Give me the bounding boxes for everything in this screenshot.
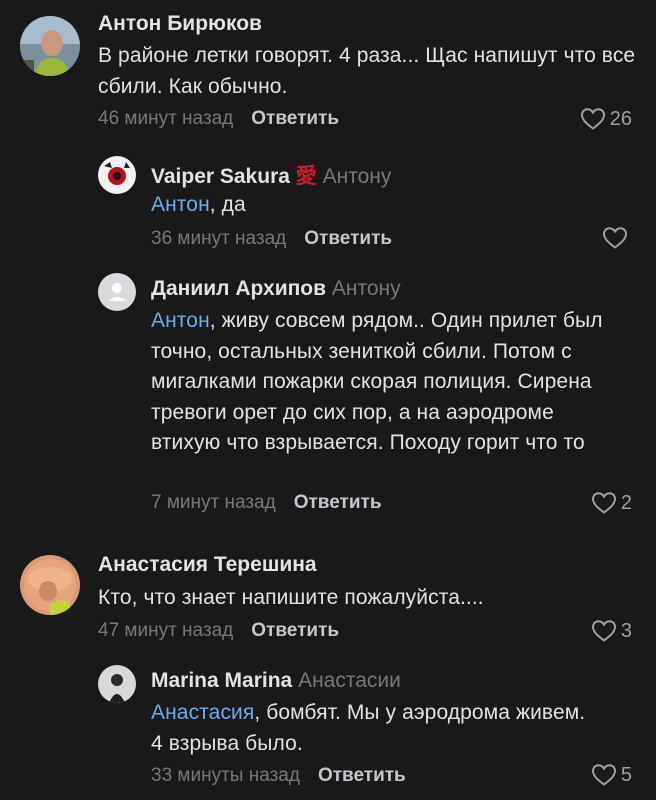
- reply-time: 7 минут назад: [151, 492, 276, 513]
- like-button[interactable]: 26: [580, 107, 632, 131]
- heart-icon: [591, 492, 616, 514]
- default-avatar-icon: [98, 273, 136, 311]
- avatar-photo-icon: [20, 16, 80, 76]
- reply-meta: 7 минут назад Ответить: [151, 492, 382, 514]
- mention-link[interactable]: Антон: [151, 193, 210, 216]
- comment-meta: 47 минут назад Ответить: [98, 620, 339, 642]
- comment-text-body: В районе летки говорят. 4 раза... Щас на…: [98, 44, 636, 98]
- heart-icon: [591, 764, 616, 786]
- reply-time: 36 минут назад: [151, 228, 287, 249]
- mention-link[interactable]: Антон: [151, 309, 210, 332]
- comment-text: В районе летки говорят. 4 раза... Щас на…: [98, 41, 638, 102]
- author-emblem-icon: 愛: [295, 163, 317, 188]
- reply-meta: 33 минуты назад Ответить: [151, 765, 406, 787]
- reply-meta: 36 минут назад Ответить: [151, 228, 392, 250]
- reply-author-name[interactable]: Даниил Архипов: [151, 277, 326, 300]
- reply-button[interactable]: Ответить: [318, 765, 406, 786]
- comment-time: 47 минут назад: [98, 620, 234, 641]
- reply-text-body: , живу совсем рядом.. Один прилет был то…: [151, 309, 603, 454]
- reply-author-name[interactable]: Vaiper Sakura: [151, 165, 290, 188]
- reply-text: Антон, да: [151, 190, 631, 221]
- comment-meta: 46 минут назад Ответить: [98, 108, 339, 130]
- avatar-photo-icon: [98, 665, 136, 703]
- like-count: 2: [620, 491, 632, 514]
- avatar-photo-icon: [98, 156, 136, 194]
- reply-text: Антон, живу совсем рядом.. Один прилет б…: [151, 306, 627, 459]
- reply-button[interactable]: Ответить: [251, 620, 339, 641]
- reply-time: 33 минуты назад: [151, 765, 300, 786]
- reply-to-label[interactable]: Анастасии: [298, 669, 401, 692]
- reply-to-label[interactable]: Антону: [332, 277, 401, 300]
- reply-button[interactable]: Ответить: [294, 492, 382, 513]
- heart-icon: [580, 108, 605, 130]
- reply-text: Анастасия, бомбят. Мы у аэродрома живем.…: [151, 698, 591, 759]
- reply-author: Даниил Архипов Антону: [151, 277, 401, 301]
- like-button[interactable]: [602, 226, 632, 250]
- comment-text: Кто, что знает напишите пожалуйста....: [98, 583, 638, 614]
- like-button[interactable]: 2: [591, 491, 632, 515]
- comment-author[interactable]: Анастасия Терешина: [98, 553, 317, 577]
- reply-button[interactable]: Ответить: [251, 108, 339, 129]
- like-button[interactable]: 3: [591, 619, 632, 643]
- comment-text-body: Кто, что знает напишите пожалуйста....: [98, 586, 484, 609]
- like-count: 3: [620, 619, 632, 642]
- reply-text-body: , да: [209, 193, 246, 216]
- reply-to-label[interactable]: Антону: [323, 165, 392, 188]
- reply-button[interactable]: Ответить: [304, 228, 392, 249]
- comment-time: 46 минут назад: [98, 108, 234, 129]
- like-count: 5: [620, 763, 632, 786]
- avatar[interactable]: [20, 16, 80, 76]
- avatar-photo-icon: [20, 555, 80, 615]
- mention-link[interactable]: Анастасия: [151, 701, 254, 724]
- avatar[interactable]: [98, 156, 136, 194]
- reply-author: Marina Marina Анастасии: [151, 669, 401, 693]
- comment-author[interactable]: Антон Бирюков: [98, 12, 262, 36]
- reply-author: Vaiper Sakura 愛 Антону: [151, 160, 391, 190]
- avatar[interactable]: [98, 665, 136, 703]
- reply-author-name[interactable]: Marina Marina: [151, 669, 292, 692]
- like-count: 26: [609, 107, 632, 130]
- like-button[interactable]: 5: [591, 763, 632, 787]
- avatar[interactable]: [98, 273, 136, 311]
- avatar[interactable]: [20, 555, 80, 615]
- heart-icon: [591, 620, 616, 642]
- heart-icon: [602, 227, 628, 249]
